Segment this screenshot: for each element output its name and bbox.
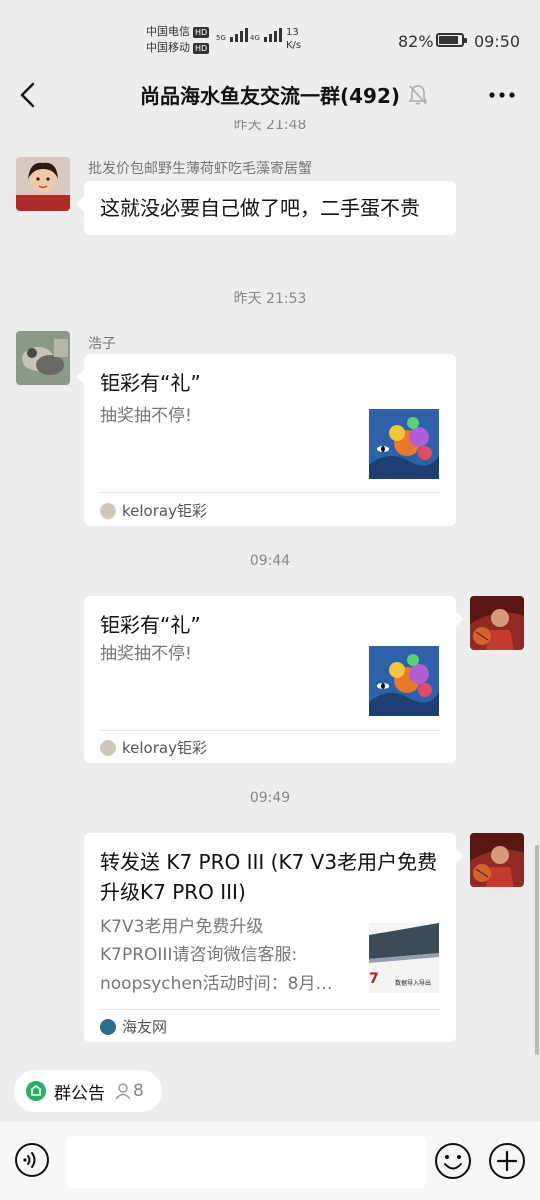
card-divider bbox=[100, 730, 440, 731]
status-bar: 中国电信 HD 中国移动 HD 5G 4G 13 K/s 82% 09:50 bbox=[0, 0, 540, 70]
voice-input-button[interactable] bbox=[14, 1142, 50, 1178]
message-input[interactable] bbox=[66, 1136, 426, 1188]
hd-badge: HD bbox=[193, 26, 210, 38]
avatar[interactable] bbox=[16, 331, 70, 385]
card-description-line: noopsychen活动时间：8月… bbox=[100, 974, 333, 994]
card-description-line: K7V3老用户免费升级 bbox=[100, 917, 264, 937]
carrier-info: 中国电信 HD 中国移动 HD bbox=[146, 24, 210, 56]
message-list[interactable]: 昨天 21:48 批发价包邮野生薄荷虾吃毛藻寄居蟹 这就没必要自己做了吧，二手蛋… bbox=[0, 120, 540, 1060]
carrier2-label: 中国移动 bbox=[146, 41, 190, 54]
source-logo-icon bbox=[100, 502, 116, 519]
card-divider bbox=[100, 1009, 440, 1010]
timestamp: 09:49 bbox=[249, 790, 291, 806]
net1-label: 5G bbox=[216, 34, 226, 42]
source-logo-icon bbox=[100, 739, 116, 756]
signal-5g-icon: 5G bbox=[216, 28, 248, 42]
speed-value: 13 bbox=[286, 27, 299, 38]
member-count: 8 bbox=[133, 1081, 144, 1101]
status-time: 09:50 bbox=[474, 32, 521, 51]
card-description: 抽奖抽不停! bbox=[100, 644, 192, 664]
hd-badge: HD bbox=[193, 42, 210, 54]
group-notice-button[interactable]: 群公告 8 bbox=[14, 1070, 162, 1112]
link-card-bubble[interactable]: 转发送 K7 PRO III (K7 V3老用户免费升级K7 PRO III) … bbox=[84, 833, 464, 1042]
card-thumbnail bbox=[369, 646, 439, 716]
card-title: 钜彩有“礼” bbox=[100, 613, 201, 637]
link-card-bubble[interactable]: 钜彩有“礼” 抽奖抽不停! keloray钜彩 bbox=[84, 596, 464, 763]
card-source-label: 海友网 bbox=[122, 1018, 168, 1036]
thumb-brand: 7 bbox=[369, 971, 379, 987]
signal-4g-icon: 4G bbox=[250, 28, 282, 42]
net2-label: 4G bbox=[250, 34, 260, 42]
card-description-line: K7PROIII请咨询微信客服: bbox=[100, 945, 298, 965]
card-thumbnail: 7 数据导入导出 bbox=[369, 923, 439, 993]
link-card-bubble[interactable]: 钜彩有“礼” 抽奖抽不停! keloray钜彩 bbox=[76, 354, 456, 526]
sender-name: 浩子 bbox=[88, 336, 116, 352]
battery-icon bbox=[436, 33, 467, 47]
card-source-label: keloray钜彩 bbox=[122, 739, 207, 757]
input-bar bbox=[0, 1122, 540, 1200]
my-avatar[interactable] bbox=[470, 833, 524, 887]
member-icon bbox=[115, 1082, 131, 1100]
card-description: 抽奖抽不停! bbox=[100, 406, 192, 426]
speed-unit: K/s bbox=[286, 40, 302, 51]
card-title: 钜彩有“礼” bbox=[100, 371, 201, 395]
card-thumbnail bbox=[369, 409, 439, 479]
timestamp: 09:44 bbox=[249, 553, 291, 569]
card-source-label: keloray钜彩 bbox=[122, 502, 207, 520]
my-avatar[interactable] bbox=[470, 596, 524, 650]
chat-scrollbar[interactable] bbox=[535, 845, 539, 1055]
chat-header: 尚品海水鱼友交流一群(492) bbox=[0, 70, 540, 120]
more-functions-button[interactable] bbox=[488, 1142, 526, 1180]
group-notice-label: 群公告 bbox=[54, 1083, 105, 1104]
chat-title: 尚品海水鱼友交流一群(492) bbox=[139, 84, 401, 108]
more-options-button[interactable] bbox=[484, 80, 520, 110]
card-source: 海友网 bbox=[100, 1016, 167, 1037]
timestamp: 昨天 21:48 bbox=[233, 120, 307, 133]
globe-icon bbox=[100, 1018, 116, 1035]
emoji-button[interactable] bbox=[434, 1142, 472, 1180]
network-speed: 13 K/s bbox=[286, 26, 301, 52]
text-message-bubble[interactable]: 这就没必要自己做了吧，二手蛋不贵 bbox=[76, 181, 456, 235]
voice-icon bbox=[15, 1143, 49, 1177]
timestamp: 昨天 21:53 bbox=[233, 291, 307, 307]
thumb-text: 数据导入导出 bbox=[395, 979, 431, 987]
announcement-icon bbox=[26, 1081, 46, 1101]
battery-percent: 82% bbox=[398, 32, 434, 51]
emoji-icon bbox=[435, 1143, 471, 1179]
plus-icon bbox=[489, 1143, 525, 1179]
sender-name: 批发价包邮野生薄荷虾吃毛藻寄居蟹 bbox=[88, 161, 312, 177]
card-title: 转发送 K7 PRO III (K7 V3老用户免费升级K7 PRO III) bbox=[100, 850, 438, 904]
carrier1-label: 中国电信 bbox=[146, 25, 190, 38]
card-source: keloray钜彩 bbox=[100, 500, 207, 521]
avatar[interactable] bbox=[16, 157, 70, 211]
mute-icon bbox=[408, 84, 428, 106]
message-text: 这就没必要自己做了吧，二手蛋不贵 bbox=[100, 196, 420, 220]
card-divider bbox=[100, 492, 440, 493]
more-dots-icon bbox=[489, 92, 515, 98]
card-source: keloray钜彩 bbox=[100, 737, 207, 758]
